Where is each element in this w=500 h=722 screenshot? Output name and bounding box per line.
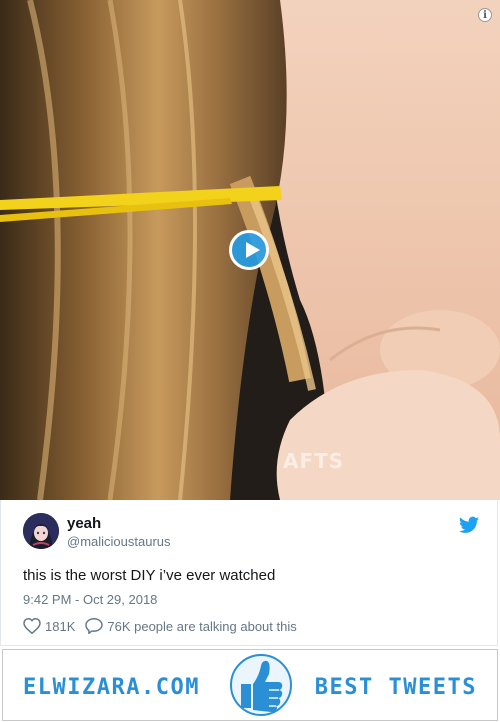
tweet-text: this is the worst DIY i’ve ever watched xyxy=(23,567,276,584)
like-count: 181K xyxy=(45,618,76,634)
tweet-timestamp[interactable]: 9:42 PM - Oct 29, 2018 xyxy=(23,592,157,607)
avatar[interactable] xyxy=(23,513,59,549)
user-handle[interactable]: @malicioustaurus xyxy=(67,534,171,549)
twitter-bird-icon[interactable] xyxy=(459,516,479,534)
tweet-actions: 181K 76K people are talking about this xyxy=(23,618,307,634)
site-footer-banner[interactable]: ELWIZARA.COM BEST TWEETS xyxy=(2,649,498,721)
info-icon[interactable]: i xyxy=(478,8,492,22)
reply-action[interactable]: 76K people are talking about this xyxy=(85,618,297,634)
section-tagline[interactable]: BEST TWEETS xyxy=(315,675,477,700)
display-name[interactable]: yeah xyxy=(67,515,101,532)
tweet-card[interactable]: yeah @malicioustaurus this is the worst … xyxy=(0,500,498,646)
thumbs-up-icon xyxy=(230,654,292,716)
brand-name[interactable]: ELWIZARA.COM xyxy=(23,675,200,700)
play-icon[interactable] xyxy=(229,230,269,270)
video-player[interactable]: i AFTS xyxy=(0,0,500,500)
heart-icon xyxy=(23,618,41,634)
comment-icon xyxy=(85,618,104,634)
talking-count: 76K people are talking about this xyxy=(107,618,297,634)
like-action[interactable]: 181K xyxy=(23,618,75,634)
video-watermark: AFTS xyxy=(283,449,345,473)
